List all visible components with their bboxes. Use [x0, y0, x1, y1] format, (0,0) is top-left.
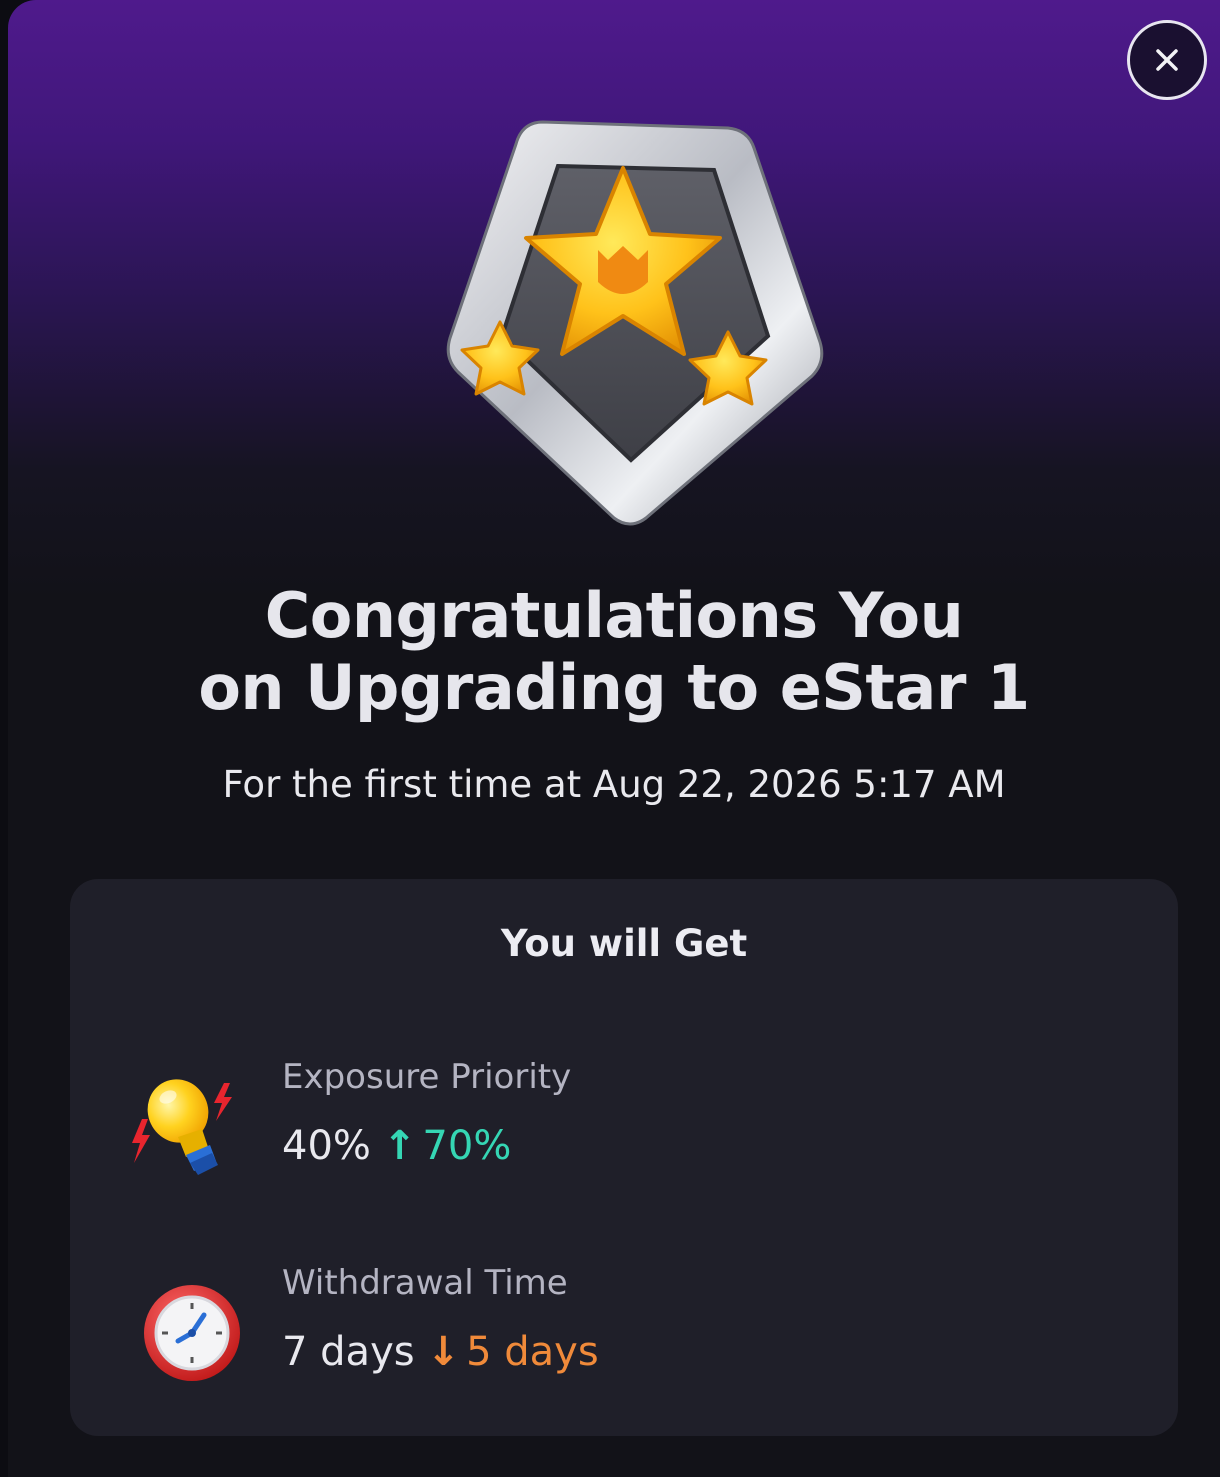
old-value: 7 days	[282, 1329, 415, 1375]
benefit-withdrawal-time: Withdrawal Time 7 days ↓ 5 days	[120, 1261, 1120, 1401]
benefit-exposure-priority: Exposure Priority 40% ↑ 70%	[120, 1055, 1120, 1195]
upgrade-dialog: Congratulations You on Upgrading to eSta…	[8, 0, 1220, 1477]
close-icon	[1156, 49, 1178, 71]
arrow-up-icon: ↑	[382, 1123, 417, 1169]
old-value: 40%	[282, 1123, 371, 1169]
benefit-values: 40% ↑ 70%	[282, 1121, 511, 1171]
benefit-label: Exposure Priority	[282, 1057, 572, 1097]
benefits-card: You will Get Exposure Priority 40% ↑ 70%…	[70, 879, 1178, 1436]
title-line-2: on Upgrading to eStar 1	[198, 651, 1030, 724]
benefit-label: Withdrawal Time	[282, 1263, 568, 1303]
title-line-1: Congratulations You	[264, 579, 964, 652]
upgrade-timestamp: For the first time at Aug 22, 2026 5:17 …	[222, 763, 1006, 806]
estar-1-badge-icon	[446, 120, 824, 526]
close-button[interactable]	[1127, 20, 1207, 100]
arrow-down-icon: ↓	[426, 1329, 461, 1375]
lightbulb-icon	[132, 1079, 232, 1175]
new-value: 70%	[422, 1123, 512, 1169]
clock-icon	[144, 1285, 240, 1381]
new-value: 5 days	[466, 1329, 599, 1375]
benefits-heading: You will Get	[500, 922, 748, 965]
benefit-values: 7 days ↓ 5 days	[282, 1327, 599, 1377]
dialog-title: Congratulations You on Upgrading to eSta…	[8, 580, 1220, 724]
